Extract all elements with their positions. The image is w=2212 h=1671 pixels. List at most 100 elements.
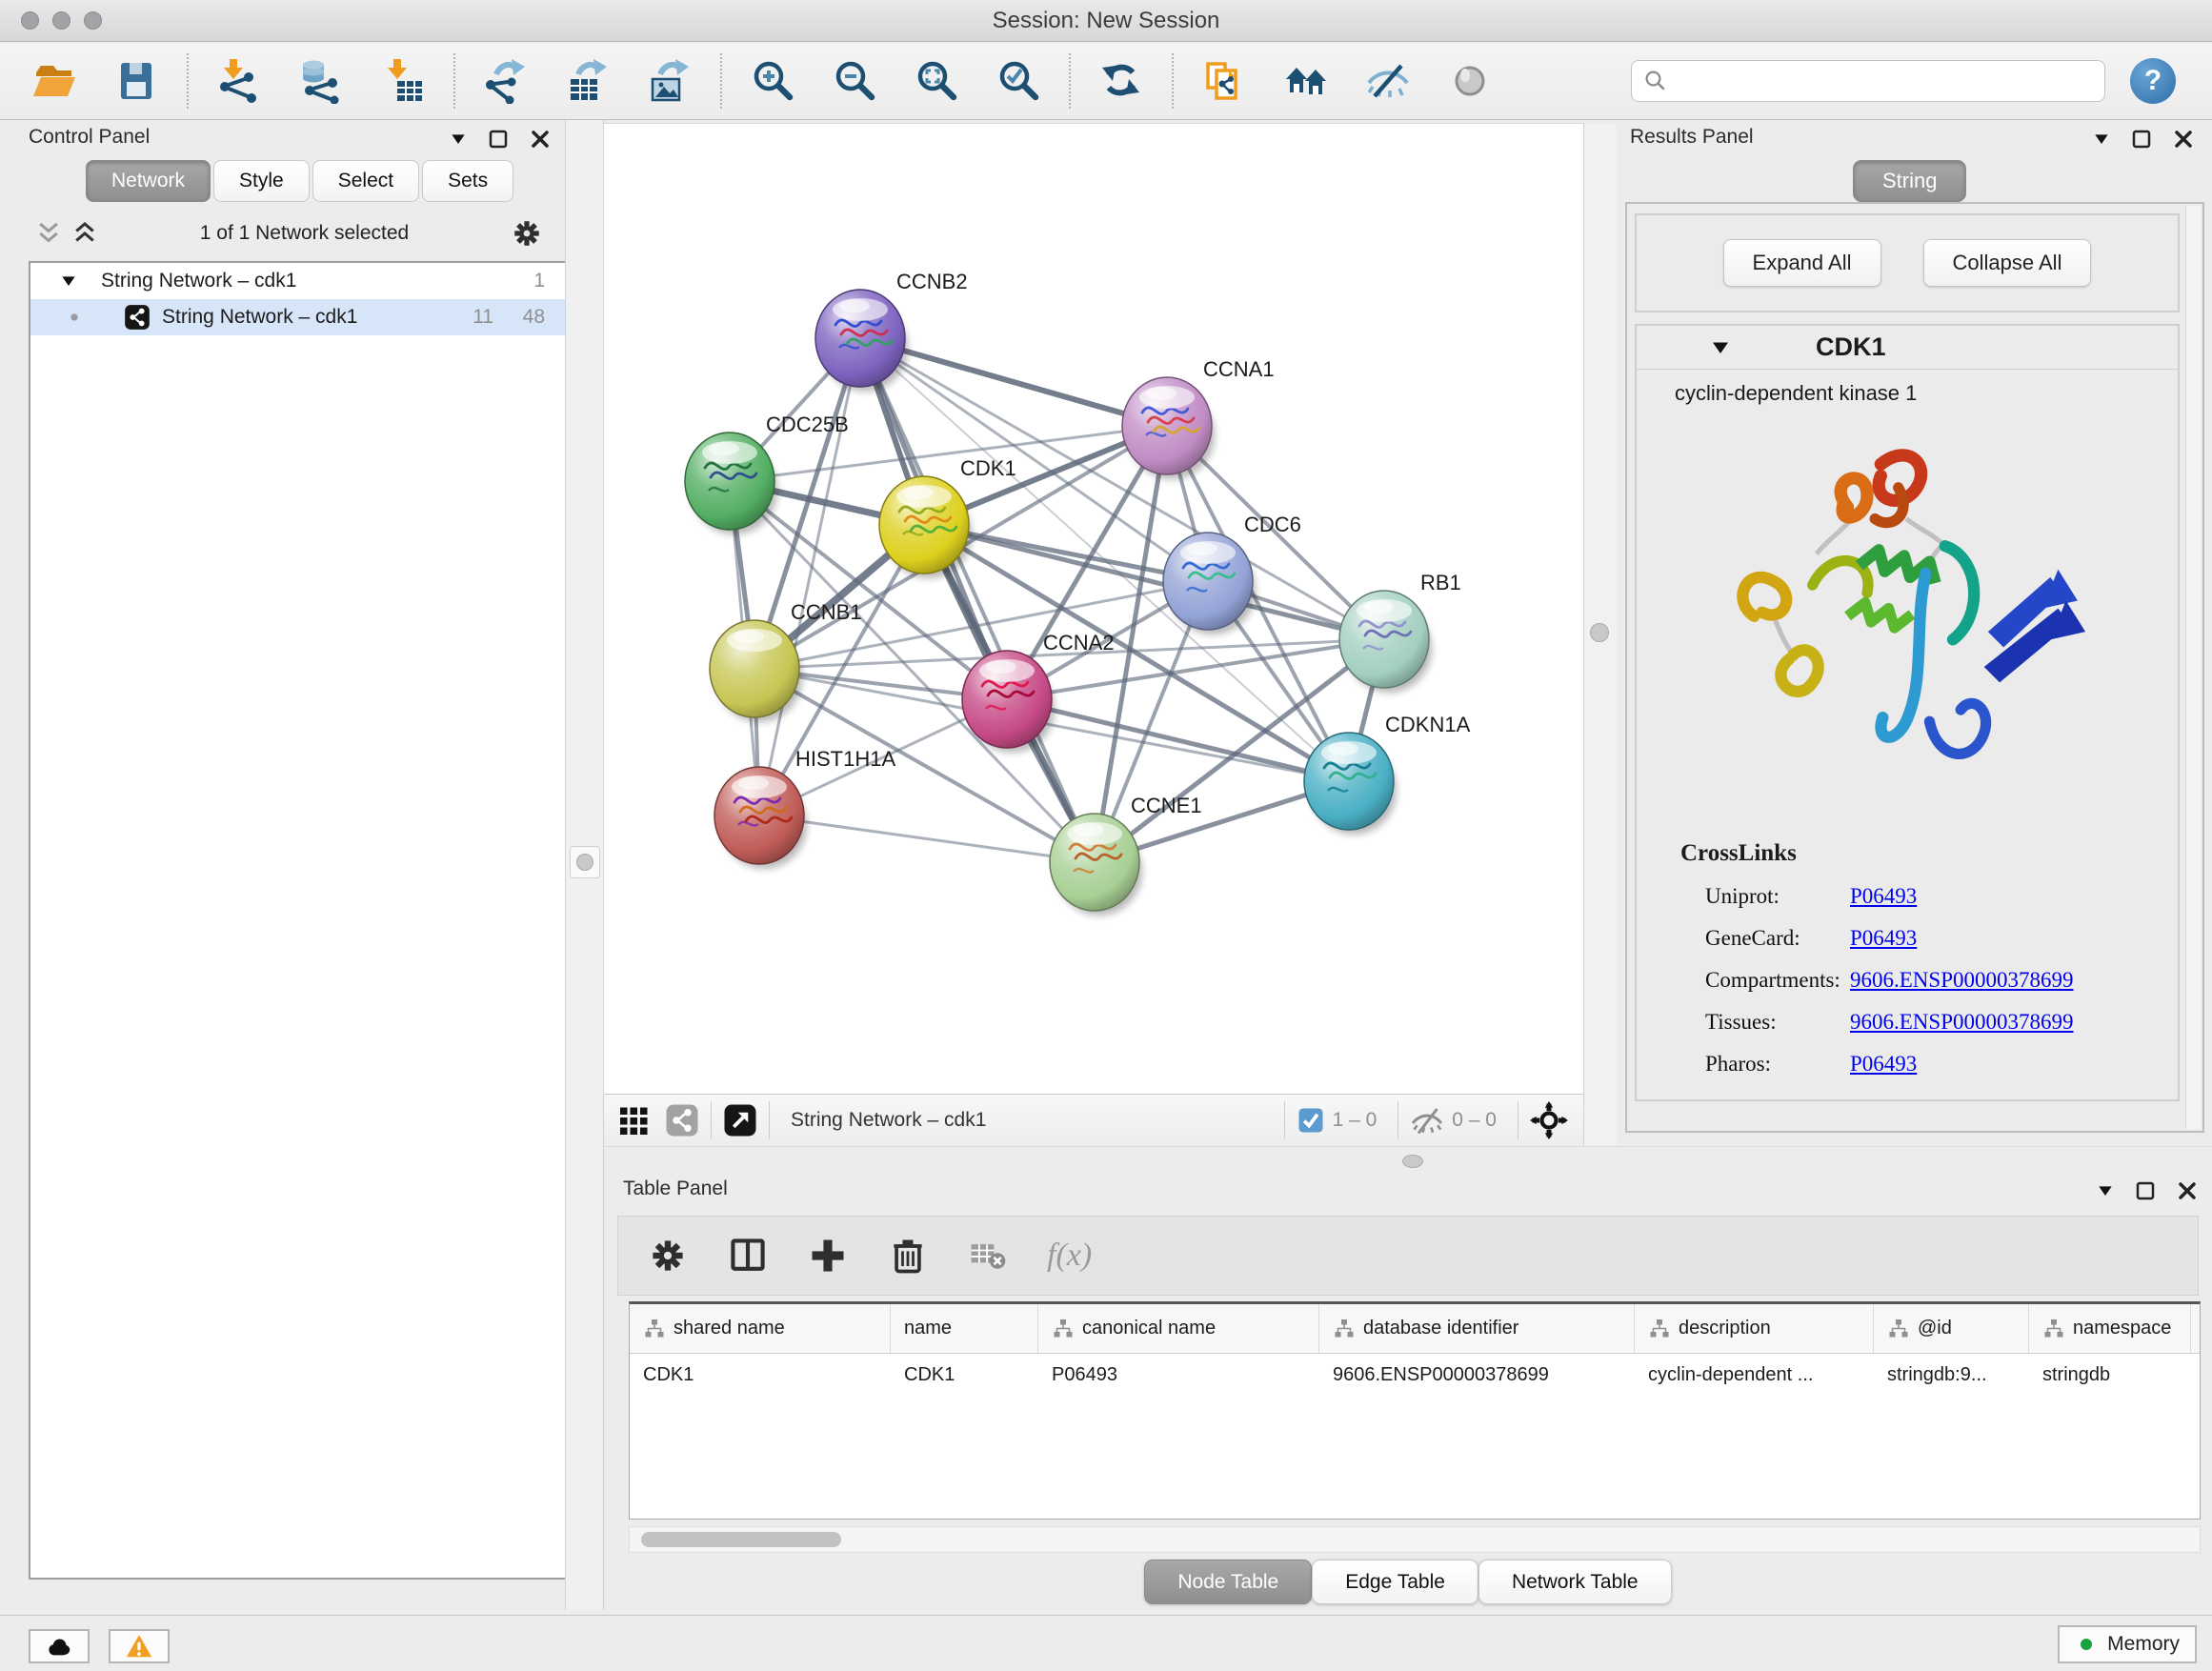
table-scrollbar-thumb[interactable] [641, 1532, 841, 1547]
open-session-button[interactable] [29, 53, 80, 109]
table-cell[interactable]: 9606.ENSP00000378699 [1319, 1354, 1635, 1397]
export-table-button[interactable] [562, 53, 613, 109]
tab-node-table[interactable]: Node Table [1144, 1560, 1312, 1604]
delete-column-button[interactable] [887, 1235, 929, 1277]
tab-network[interactable]: Network [86, 160, 211, 202]
table-cell[interactable]: stringdb [2029, 1354, 2191, 1397]
column-header--id[interactable]: @id [1874, 1304, 2029, 1353]
save-session-button[interactable] [111, 53, 162, 109]
right-splitter-handle[interactable] [1590, 623, 1609, 642]
results-panel-float-icon[interactable] [2130, 128, 2153, 151]
crosslink-value-link[interactable]: 9606.ENSP00000378699 [1850, 968, 2074, 993]
network-node-CCNA1[interactable] [1122, 377, 1215, 479]
network-view[interactable]: CCNB2CCNA1CDC25BCDK1CDC6RB1CCNB1CCNA2CDK… [604, 124, 1583, 1094]
table-row[interactable]: CDK1CDK1P064939606.ENSP00000378699cyclin… [630, 1354, 2200, 1397]
crosslink-value-link[interactable]: 9606.ENSP00000378699 [1850, 1010, 2074, 1035]
left-splitter-handle[interactable] [570, 846, 600, 878]
network-node-HIST1H1A[interactable] [714, 767, 807, 869]
results-panel-collapse-icon[interactable] [2092, 130, 2111, 149]
right-splitter[interactable] [1583, 124, 1617, 1146]
column-header-namespace[interactable]: namespace [2029, 1304, 2191, 1353]
cloud-status-button[interactable] [29, 1629, 90, 1663]
apply-preferred-layout-button[interactable] [1096, 53, 1147, 109]
string-view-icon[interactable] [665, 1103, 699, 1137]
collapse-all-button[interactable]: Collapse All [1923, 239, 2092, 287]
results-scrollbar[interactable] [2185, 206, 2201, 1129]
collection-expander-icon[interactable] [59, 272, 78, 291]
expand-all-networks-icon[interactable] [70, 219, 99, 248]
table-cell[interactable]: CDK1 [630, 1354, 891, 1397]
tab-network-table[interactable]: Network Table [1478, 1560, 1672, 1604]
control-panel-float-icon[interactable] [487, 128, 510, 151]
tab-edge-table[interactable]: Edge Table [1312, 1560, 1478, 1604]
table-cell[interactable]: CDK1 [891, 1354, 1038, 1397]
new-network-from-selection-button[interactable] [1198, 53, 1250, 109]
column-header-database-identifier[interactable]: database identifier [1319, 1304, 1635, 1353]
import-table-from-file-button[interactable] [377, 53, 429, 109]
network-row[interactable]: String Network – cdk1 11 48 [30, 299, 566, 335]
crosslink-value-link[interactable]: P06493 [1850, 1052, 1917, 1077]
first-neighbors-button[interactable] [1280, 53, 1332, 109]
table-panel-float-icon[interactable] [2134, 1179, 2157, 1202]
column-header-description[interactable]: description [1635, 1304, 1874, 1353]
expand-all-button[interactable]: Expand All [1723, 239, 1881, 287]
import-network-from-file-button[interactable] [213, 53, 265, 109]
table-cell[interactable]: cyclin-dependent ... [1635, 1354, 1874, 1397]
tab-select[interactable]: Select [312, 160, 419, 202]
string-results-box: Expand All Collapse All CDK1 cyclin-depe… [1625, 202, 2204, 1133]
search-input[interactable] [1670, 64, 2104, 98]
left-splitter[interactable] [565, 120, 604, 1610]
network-options-gear-icon[interactable] [510, 216, 544, 251]
gene-section-header[interactable]: CDK1 [1637, 326, 2178, 370]
network-node-CDKN1A[interactable] [1304, 733, 1397, 835]
network-node-CDC25B[interactable] [685, 433, 777, 534]
memory-button[interactable]: Memory [2058, 1625, 2197, 1663]
table-horizontal-scrollbar[interactable] [629, 1526, 2201, 1553]
export-image-button[interactable] [644, 53, 695, 109]
selected-items-icon[interactable] [1297, 1106, 1325, 1135]
control-panel-close-icon[interactable] [529, 128, 552, 151]
network-node-RB1[interactable] [1339, 591, 1432, 693]
add-column-button[interactable] [807, 1235, 849, 1277]
gene-expander-icon[interactable] [1709, 336, 1732, 359]
horizontal-splitter[interactable] [604, 1146, 2212, 1174]
table-options-button[interactable] [647, 1235, 689, 1277]
control-panel-collapse-icon[interactable] [449, 130, 468, 149]
tab-sets[interactable]: Sets [422, 160, 513, 202]
network-node-CCNB2[interactable] [815, 290, 908, 392]
network-canvas[interactable]: CCNB2CCNA1CDC25BCDK1CDC6RB1CCNB1CCNA2CDK… [604, 124, 1583, 1094]
table-panel-collapse-icon[interactable] [2096, 1181, 2115, 1200]
detach-view-icon[interactable] [723, 1103, 757, 1137]
crosslink-value-link[interactable]: P06493 [1850, 926, 1917, 951]
table-cell[interactable]: P06493 [1038, 1354, 1319, 1397]
tab-string[interactable]: String [1853, 160, 1966, 202]
tab-style[interactable]: Style [213, 160, 310, 202]
import-network-from-database-button[interactable] [295, 53, 347, 109]
warnings-button[interactable] [109, 1629, 170, 1663]
birds-eye-view-icon[interactable] [1530, 1101, 1568, 1139]
zoom-fit-content-button[interactable] [911, 53, 962, 109]
network-node-CCNE1[interactable] [1050, 814, 1142, 916]
show-all-button[interactable] [1444, 53, 1496, 109]
zoom-out-button[interactable] [829, 53, 880, 109]
crosslink-value-link[interactable]: P06493 [1850, 884, 1917, 909]
column-header-canonical-name[interactable]: canonical name [1038, 1304, 1319, 1353]
zoom-selected-button[interactable] [993, 53, 1044, 109]
network-node-CDC6[interactable] [1163, 533, 1256, 634]
floppy-icon [113, 58, 159, 104]
network-collection-row[interactable]: String Network – cdk1 1 [30, 263, 566, 299]
horizontal-splitter-handle[interactable] [1402, 1155, 1423, 1168]
results-panel-close-icon[interactable] [2172, 128, 2195, 151]
collapse-all-networks-icon[interactable] [34, 219, 63, 248]
zoom-in-button[interactable] [747, 53, 798, 109]
table-cell[interactable]: stringdb:9... [1874, 1354, 2029, 1397]
hide-selected-button[interactable] [1362, 53, 1414, 109]
column-header-name[interactable]: name [891, 1304, 1038, 1353]
export-network-button[interactable] [480, 53, 532, 109]
network-node-CDK1[interactable] [879, 476, 972, 578]
column-header-shared-name[interactable]: shared name [630, 1304, 891, 1353]
grid-view-icon[interactable] [617, 1103, 652, 1137]
show-columns-button[interactable] [727, 1235, 769, 1277]
help-button[interactable]: ? [2130, 58, 2176, 104]
table-panel-close-icon[interactable] [2176, 1179, 2199, 1202]
